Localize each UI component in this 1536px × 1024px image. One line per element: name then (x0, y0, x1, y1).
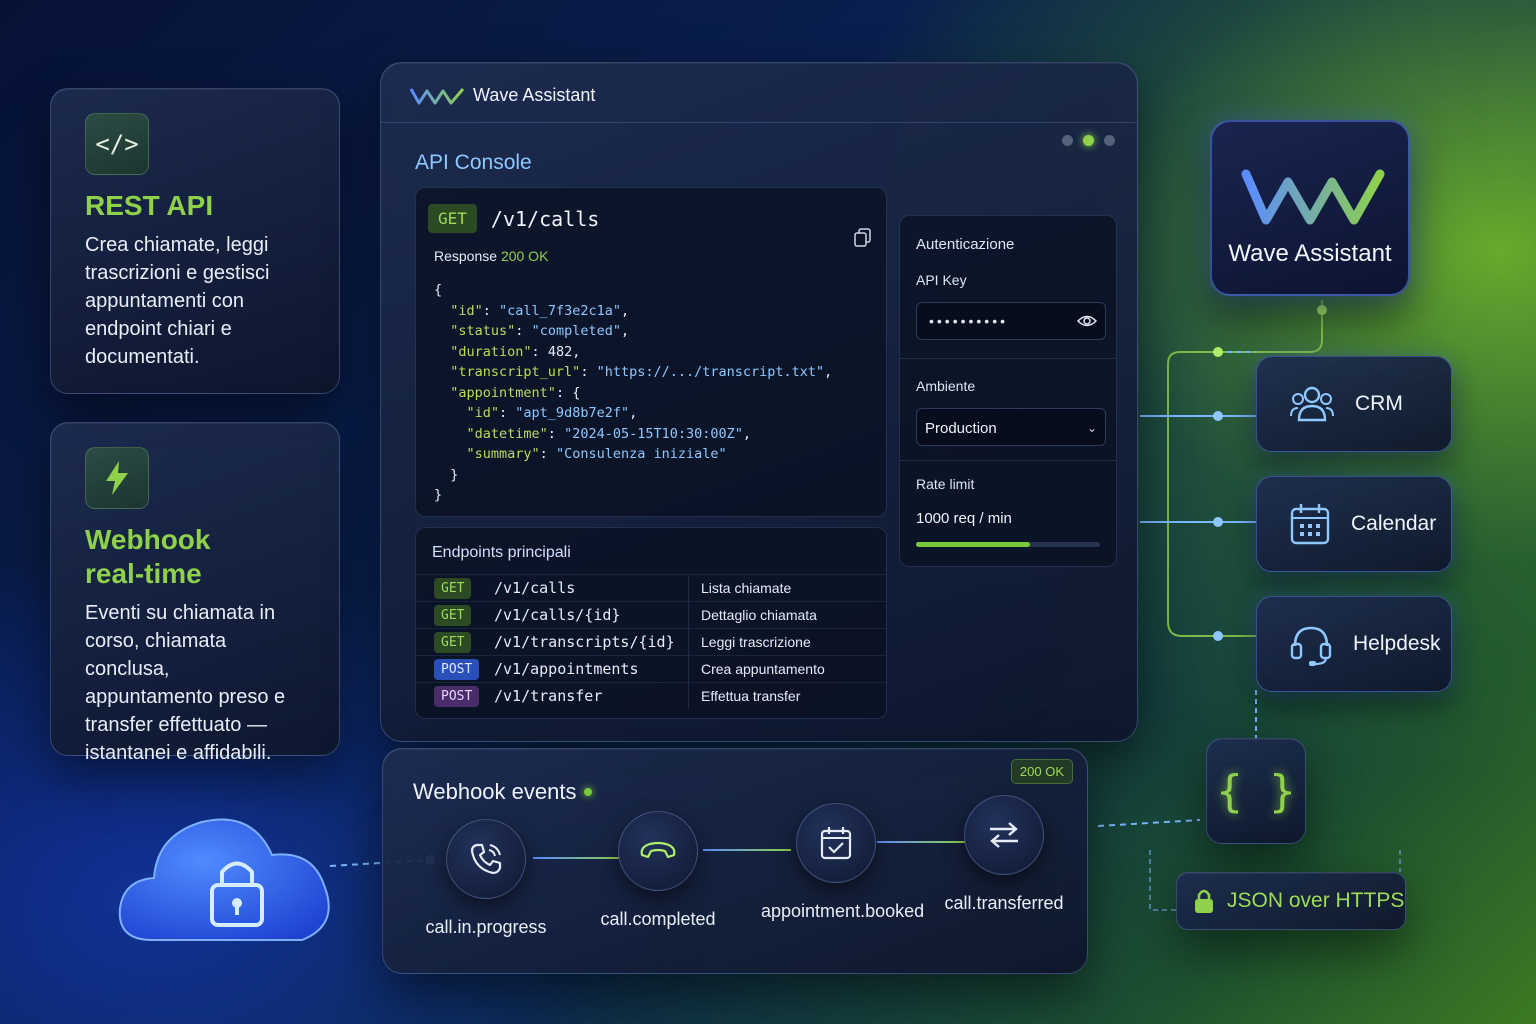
rate-limit-label: Rate limit (916, 476, 975, 492)
rate-limit-bar (916, 542, 1100, 547)
api-key-value: •••••••••• (929, 313, 1009, 329)
lock-icon (1195, 889, 1213, 913)
lightning-icon (85, 447, 149, 509)
webhook-title: Webhook real-time (85, 524, 211, 589)
event-label: call.in.progress (425, 917, 547, 937)
wave-assistant-brand: Wave Assistant (1210, 120, 1410, 296)
integration-label: Calendar (1351, 512, 1437, 535)
wave-logo-icon (1241, 169, 1385, 225)
event-appointment-booked[interactable]: appointment.booked (761, 803, 925, 922)
request-method-badge: GET (428, 204, 477, 233)
method-badge: GET (434, 604, 472, 626)
window-dot-3[interactable] (1104, 135, 1115, 146)
integration-label: CRM (1355, 392, 1403, 415)
endpoint-row[interactable]: GET /v1/calls/{id} Dettaglio chiamata (416, 601, 886, 628)
method-badge: GET (434, 577, 472, 599)
response-status-line: Response 200 OK (434, 248, 549, 264)
endpoint-path: /v1/transcripts/{id} (494, 633, 675, 651)
endpoints-table: GET /v1/calls Lista chiamate GET /v1/cal… (416, 574, 886, 709)
response-status: 200 OK (500, 248, 549, 264)
method-badge: POST (434, 658, 480, 680)
integration-calendar[interactable]: Calendar (1256, 476, 1452, 572)
endpoint-description: Lista chiamate (688, 575, 886, 601)
auth-panel: Autenticazione API Key •••••••••• Ambien… (899, 215, 1117, 567)
json-over-https-label: JSON over HTTPS (1227, 889, 1405, 912)
webhook-events-title: Webhook events (413, 779, 593, 805)
calendar-check-icon (796, 803, 876, 883)
api-key-field[interactable]: •••••••••• (916, 302, 1106, 340)
console-app-name: Wave Assistant (473, 85, 596, 105)
endpoint-path: /v1/calls (494, 579, 576, 597)
console-title: API Console (415, 151, 532, 174)
transfer-arrows-icon (964, 795, 1044, 875)
request-path: /v1/calls (490, 206, 600, 231)
response-panel: GET /v1/calls Response 200 OK { "id": "c… (415, 187, 887, 517)
api-console-window: Wave Assistant API Console GET /v1/calls… (380, 62, 1138, 742)
webhook-events-panel: Webhook events 200 OK call.in.progress c… (382, 748, 1088, 974)
console-header: Wave Assistant (381, 63, 1137, 123)
wave-logo-icon (409, 87, 465, 104)
endpoint-path: /v1/calls/{id} (494, 606, 621, 624)
rest-api-description: Crea chiamate, leggi trascrizioni e gest… (85, 234, 270, 368)
window-dot-2[interactable] (1083, 135, 1094, 146)
integration-label: Helpdesk (1353, 632, 1441, 655)
endpoint-description: Crea appuntamento (688, 656, 886, 682)
integration-helpdesk[interactable]: Helpdesk (1256, 596, 1452, 692)
rest-api-title: REST API (85, 190, 214, 221)
endpoint-row[interactable]: GET /v1/calls Lista chiamate (416, 574, 886, 601)
webhook-status-badge: 200 OK (1010, 759, 1073, 784)
chevron-down-icon: ⌄ (1086, 421, 1097, 435)
method-badge: POST (434, 685, 480, 707)
headset-icon (1290, 626, 1332, 666)
event-call-transferred[interactable]: call.transferred (929, 795, 1079, 914)
event-label: appointment.booked (761, 901, 925, 921)
webhook-description: Eventi su chiamata in corso, chiamata co… (85, 602, 286, 764)
rate-limit-value: 1000 req / min (916, 510, 1012, 527)
live-dot (584, 788, 593, 796)
phone-ringing-icon (446, 819, 526, 899)
endpoints-panel: Endpoints principali GET /v1/calls Lista… (415, 527, 887, 719)
code-icon: </> (85, 113, 149, 175)
rate-limit-fill (916, 542, 1031, 547)
api-key-label: API Key (916, 272, 967, 288)
rest-api-card: </> REST API Crea chiamate, leggi trascr… (50, 88, 340, 394)
event-call-in-progress[interactable]: call.in.progress (411, 819, 561, 938)
response-json: { "id": "call_7f3e2c1a", "status": "comp… (434, 282, 833, 503)
endpoints-title: Endpoints principali (432, 544, 571, 561)
endpoint-description: Effettua transfer (688, 683, 886, 709)
window-dot-1[interactable] (1062, 135, 1073, 146)
environment-value: Production (925, 420, 997, 437)
calendar-icon (1290, 504, 1330, 545)
endpoint-row[interactable]: POST /v1/transfer Effettua transfer (416, 682, 886, 709)
users-icon (1290, 386, 1334, 422)
json-over-https-pill: JSON over HTTPS (1176, 872, 1406, 930)
copy-icon[interactable] (854, 228, 872, 248)
webhook-card: Webhook real-time Eventi su chiamata in … (50, 422, 340, 764)
integration-crm[interactable]: CRM (1256, 356, 1452, 452)
auth-section-title: Autenticazione (916, 236, 1015, 253)
window-controls (1062, 135, 1115, 146)
environment-select[interactable]: Production ⌄ (916, 408, 1106, 446)
request-line: GET /v1/calls (428, 204, 599, 233)
endpoint-description: Leggi trascrizione (688, 629, 886, 655)
endpoint-path: /v1/appointments (494, 660, 639, 678)
event-call-completed[interactable]: call.completed (583, 811, 733, 930)
endpoint-row[interactable]: GET /v1/transcripts/{id} Leggi trascrizi… (416, 628, 886, 655)
event-label: call.completed (600, 909, 716, 929)
console-brand: Wave Assistant (409, 85, 595, 106)
cloud-lock-icon (118, 818, 330, 941)
endpoint-description: Dettaglio chiamata (688, 602, 886, 628)
brand-name: Wave Assistant (1228, 240, 1392, 267)
json-braces-icon: { } (1206, 738, 1306, 844)
environment-label: Ambiente (916, 378, 976, 394)
method-badge: GET (434, 631, 472, 653)
endpoint-path: /v1/transfer (494, 687, 603, 705)
endpoint-row[interactable]: POST /v1/appointments Crea appuntamento (416, 655, 886, 682)
eye-icon[interactable] (1077, 313, 1097, 329)
event-label: call.transferred (944, 893, 1064, 913)
phone-hangup-icon (618, 811, 698, 891)
